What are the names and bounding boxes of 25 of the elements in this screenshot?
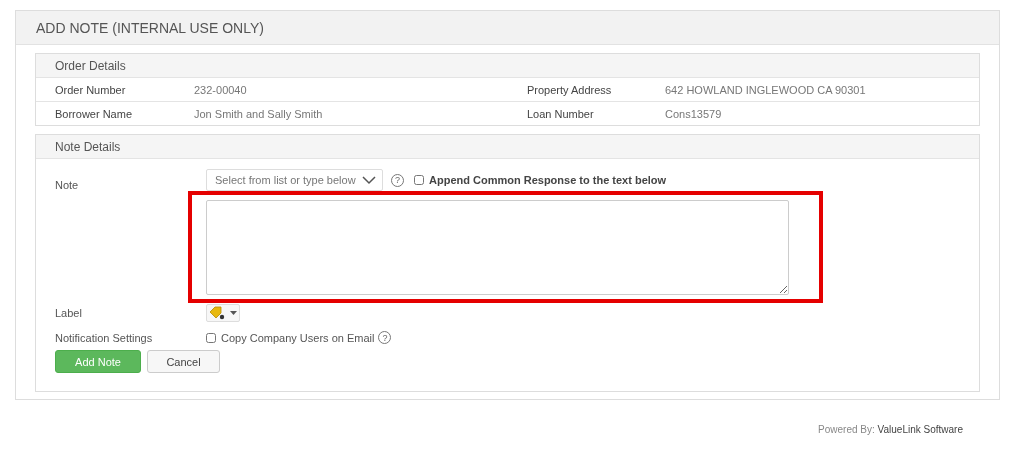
field-label: Notification Settings [55,331,154,344]
field-label: Property Address [527,83,613,96]
caret-icon [229,311,237,315]
checkbox[interactable] [414,175,424,185]
chevron-down-icon [362,175,376,185]
field-value: Jon Smith and Sally Smith [194,107,324,120]
section-title: Note Details [55,139,121,154]
checkbox[interactable] [206,332,216,343]
field-value: 642 HOWLAND INGLEWOOD CA 90301 [665,83,866,96]
field-value: Cons13579 [665,107,722,120]
tag-icon [209,306,226,320]
field-value: 232-00040 [194,83,248,96]
footer-text: Powered By: ValueLink Software [818,424,963,435]
checkbox-label[interactable]: Copy Company Users on Email [221,331,375,344]
field-label: Loan Number [527,107,595,120]
panel-title: ADD NOTE (INTERNAL USE ONLY) [36,19,264,36]
label-picker[interactable] [206,304,240,322]
field-label: Order Number [55,83,127,96]
field-label: Note [55,179,80,191]
cancel-button[interactable]: Cancel [147,350,220,373]
field-label: Borrower Name [55,107,134,120]
section-title: Order Details [55,58,126,73]
field-label: Label [55,307,83,319]
checkbox-label[interactable]: Append Common Response to the text below [429,174,667,186]
note-select[interactable]: Select from list or type below [206,169,383,191]
